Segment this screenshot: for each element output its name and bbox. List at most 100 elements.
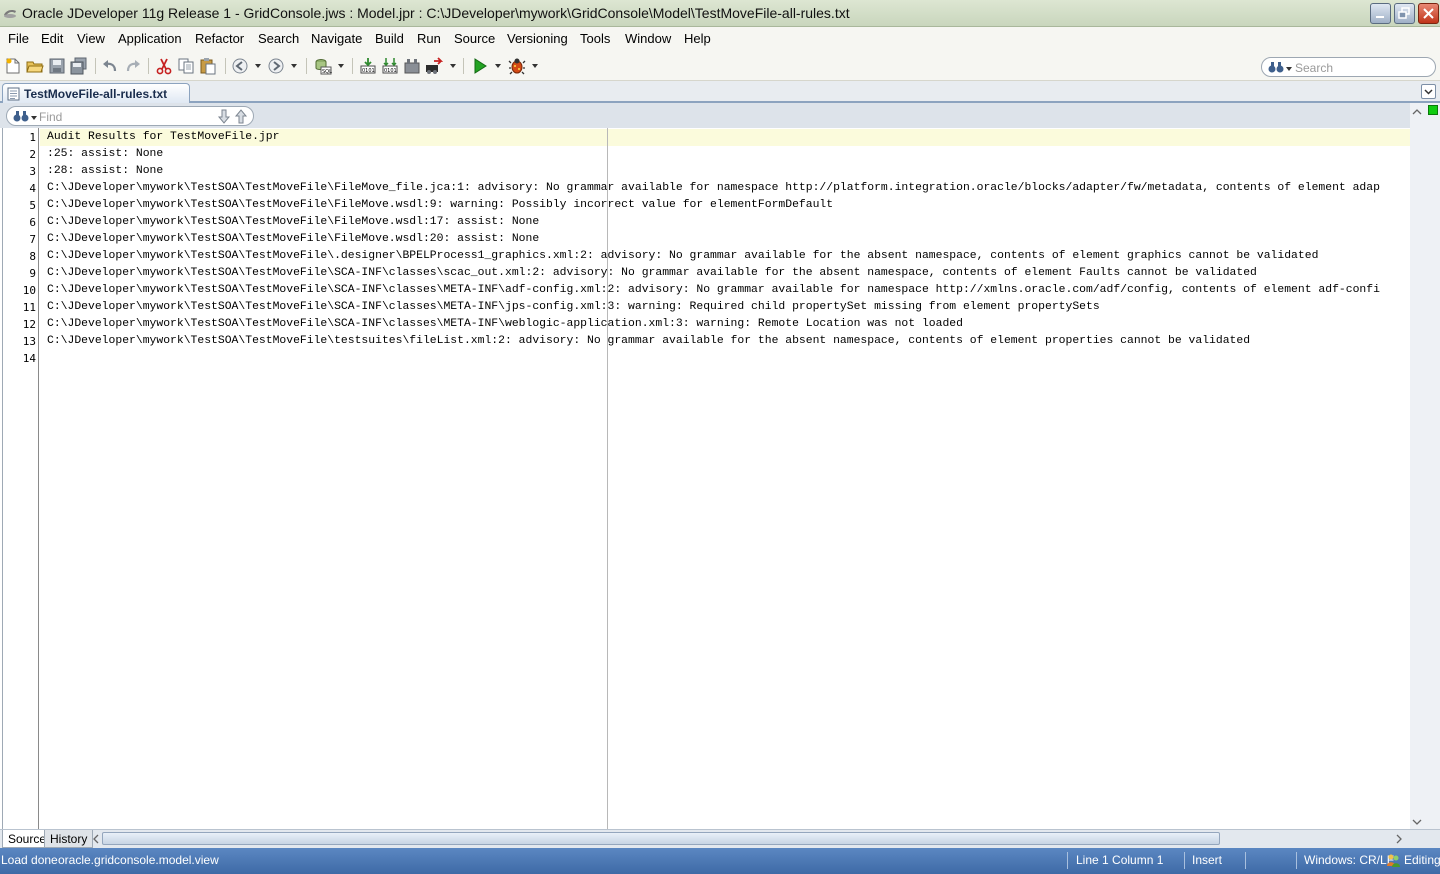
code-line[interactable]: C:\JDeveloper\mywork\TestSOA\TestMoveFil… bbox=[40, 282, 1411, 299]
close-button[interactable] bbox=[1418, 3, 1439, 24]
close-icon bbox=[1423, 8, 1434, 19]
toolbar-separator bbox=[148, 58, 149, 74]
minimize-button[interactable] bbox=[1370, 3, 1391, 24]
menu-application[interactable]: Application bbox=[118, 31, 182, 46]
line-number: 1 bbox=[29, 131, 36, 144]
tab-list-button[interactable] bbox=[1421, 84, 1436, 99]
code-line[interactable]: C:\JDeveloper\mywork\TestSOA\TestMoveFil… bbox=[40, 248, 1411, 265]
window-title: Oracle JDeveloper 11g Release 1 - GridCo… bbox=[22, 5, 850, 21]
line-number: 4 bbox=[29, 182, 36, 195]
scroll-right-icon[interactable] bbox=[1395, 834, 1403, 844]
save-icon[interactable] bbox=[48, 57, 66, 75]
chevron-down-icon bbox=[1424, 89, 1433, 95]
code-line[interactable]: C:\JDeveloper\mywork\TestSOA\TestMoveFil… bbox=[40, 316, 1411, 333]
minimize-icon bbox=[1376, 16, 1384, 18]
scroll-left-icon[interactable] bbox=[92, 834, 100, 844]
make-icon[interactable]: 0101 bbox=[359, 57, 377, 75]
menu-versioning[interactable]: Versioning bbox=[507, 31, 568, 46]
find-previous-icon[interactable] bbox=[234, 109, 248, 124]
debug-dropdown-icon[interactable] bbox=[532, 64, 538, 68]
line-number: 9 bbox=[29, 267, 36, 280]
forward-icon[interactable] bbox=[267, 57, 285, 75]
menu-view[interactable]: View bbox=[77, 31, 105, 46]
toolbar-separator bbox=[95, 58, 96, 74]
code-line[interactable]: :25: assist: None bbox=[40, 146, 1411, 163]
code-line[interactable]: Audit Results for TestMoveFile.jpr bbox=[40, 129, 1411, 146]
status-insert-mode[interactable]: Insert bbox=[1192, 853, 1222, 867]
redo-icon[interactable] bbox=[124, 57, 142, 75]
binoculars-find-icon[interactable] bbox=[13, 109, 39, 123]
menu-refactor[interactable]: Refactor bbox=[195, 31, 244, 46]
binoculars-search-icon[interactable] bbox=[1268, 60, 1294, 74]
save-all-icon[interactable] bbox=[70, 57, 88, 75]
ide-search-field[interactable]: Search bbox=[1261, 57, 1436, 77]
menu-navigate[interactable]: Navigate bbox=[311, 31, 362, 46]
code-line[interactable]: C:\JDeveloper\mywork\TestSOA\TestMoveFil… bbox=[40, 180, 1411, 197]
code-line[interactable]: C:\JDeveloper\mywork\TestSOA\TestMoveFil… bbox=[40, 197, 1411, 214]
menu-search[interactable]: Search bbox=[258, 31, 299, 46]
build-all-icon[interactable] bbox=[403, 57, 421, 75]
find-next-icon[interactable] bbox=[217, 109, 231, 124]
sql-worksheet-icon[interactable]: SQL bbox=[314, 57, 332, 75]
rebuild-icon[interactable]: 0101 bbox=[381, 57, 399, 75]
sql-dropdown-icon[interactable] bbox=[338, 64, 344, 68]
cut-icon[interactable] bbox=[155, 57, 173, 75]
code-line[interactable]: C:\JDeveloper\mywork\TestSOA\TestMoveFil… bbox=[40, 214, 1411, 231]
code-line[interactable]: C:\JDeveloper\mywork\TestSOA\TestMoveFil… bbox=[40, 333, 1411, 350]
horizontal-scroll-thumb[interactable] bbox=[102, 832, 1220, 845]
restore-button[interactable] bbox=[1394, 3, 1415, 24]
code-line[interactable]: :28: assist: None bbox=[40, 163, 1411, 180]
code-line[interactable]: C:\JDeveloper\mywork\TestSOA\TestMoveFil… bbox=[40, 299, 1411, 316]
menu-window[interactable]: Window bbox=[625, 31, 671, 46]
jdeveloper-app-icon[interactable] bbox=[3, 6, 17, 20]
run-dropdown-icon[interactable] bbox=[495, 64, 501, 68]
horizontal-scrollbar[interactable] bbox=[92, 831, 1408, 847]
status-context: oracle.gridconsole.model.view bbox=[58, 853, 219, 867]
line-number: 5 bbox=[29, 199, 36, 212]
tab-testmovefile-all-rules[interactable]: TestMoveFile-all-rules.txt bbox=[2, 83, 190, 103]
tab-history[interactable]: History bbox=[44, 830, 94, 848]
text-editor[interactable]: 1 2 3 4 5 6 7 8 9 10 11 12 13 14 Audit Results for Te… bbox=[2, 128, 1411, 829]
menu-tools[interactable]: Tools bbox=[580, 31, 610, 46]
editor-tab-strip: TestMoveFile-all-rules.txt bbox=[0, 81, 1440, 103]
new-file-icon[interactable] bbox=[4, 57, 22, 75]
menu-run[interactable]: Run bbox=[417, 31, 441, 46]
audit-status-indicator[interactable] bbox=[1428, 105, 1438, 115]
deploy-icon[interactable] bbox=[425, 57, 443, 75]
status-editing-state: Editing bbox=[1404, 853, 1440, 867]
vertical-scrollbar[interactable] bbox=[1410, 103, 1424, 831]
menu-source[interactable]: Source bbox=[454, 31, 495, 46]
find-field[interactable]: Find bbox=[6, 106, 254, 126]
line-number: 7 bbox=[29, 233, 36, 246]
code-area[interactable]: Audit Results for TestMoveFile.jpr:25: a… bbox=[40, 128, 1411, 829]
code-line[interactable]: C:\JDeveloper\mywork\TestSOA\TestMoveFil… bbox=[40, 265, 1411, 282]
menu-help[interactable]: Help bbox=[684, 31, 711, 46]
scroll-up-icon[interactable] bbox=[1412, 108, 1422, 116]
line-number: 13 bbox=[22, 335, 36, 348]
right-margin-guide bbox=[607, 128, 608, 829]
search-placeholder: Search bbox=[1295, 61, 1334, 75]
menu-edit[interactable]: Edit bbox=[41, 31, 63, 46]
back-icon[interactable] bbox=[231, 57, 249, 75]
editor-overview-column bbox=[1410, 103, 1440, 848]
status-line-ending[interactable]: Windows: CR/LF bbox=[1304, 853, 1394, 867]
scroll-down-icon[interactable] bbox=[1412, 818, 1422, 826]
debug-icon[interactable] bbox=[508, 57, 526, 75]
open-icon[interactable] bbox=[26, 57, 44, 75]
paste-icon[interactable] bbox=[199, 57, 217, 75]
menu-file[interactable]: File bbox=[8, 31, 29, 46]
forward-dropdown-icon[interactable] bbox=[291, 64, 297, 68]
code-line[interactable]: C:\JDeveloper\mywork\TestSOA\TestMoveFil… bbox=[40, 231, 1411, 248]
toolbar-separator bbox=[225, 58, 226, 74]
run-icon[interactable] bbox=[471, 57, 489, 75]
undo-icon[interactable] bbox=[101, 57, 119, 75]
toolbar: SQL 0101 0101 Search bbox=[0, 51, 1440, 81]
back-dropdown-icon[interactable] bbox=[255, 64, 261, 68]
deploy-dropdown-icon[interactable] bbox=[450, 64, 456, 68]
menu-build[interactable]: Build bbox=[375, 31, 404, 46]
status-caret-position[interactable]: Line 1 Column 1 bbox=[1076, 853, 1163, 867]
tab-label: TestMoveFile-all-rules.txt bbox=[24, 87, 168, 101]
code-line[interactable] bbox=[40, 350, 1411, 367]
status-bar: Load done oracle.gridconsole.model.view … bbox=[0, 848, 1440, 874]
copy-icon[interactable] bbox=[177, 57, 195, 75]
